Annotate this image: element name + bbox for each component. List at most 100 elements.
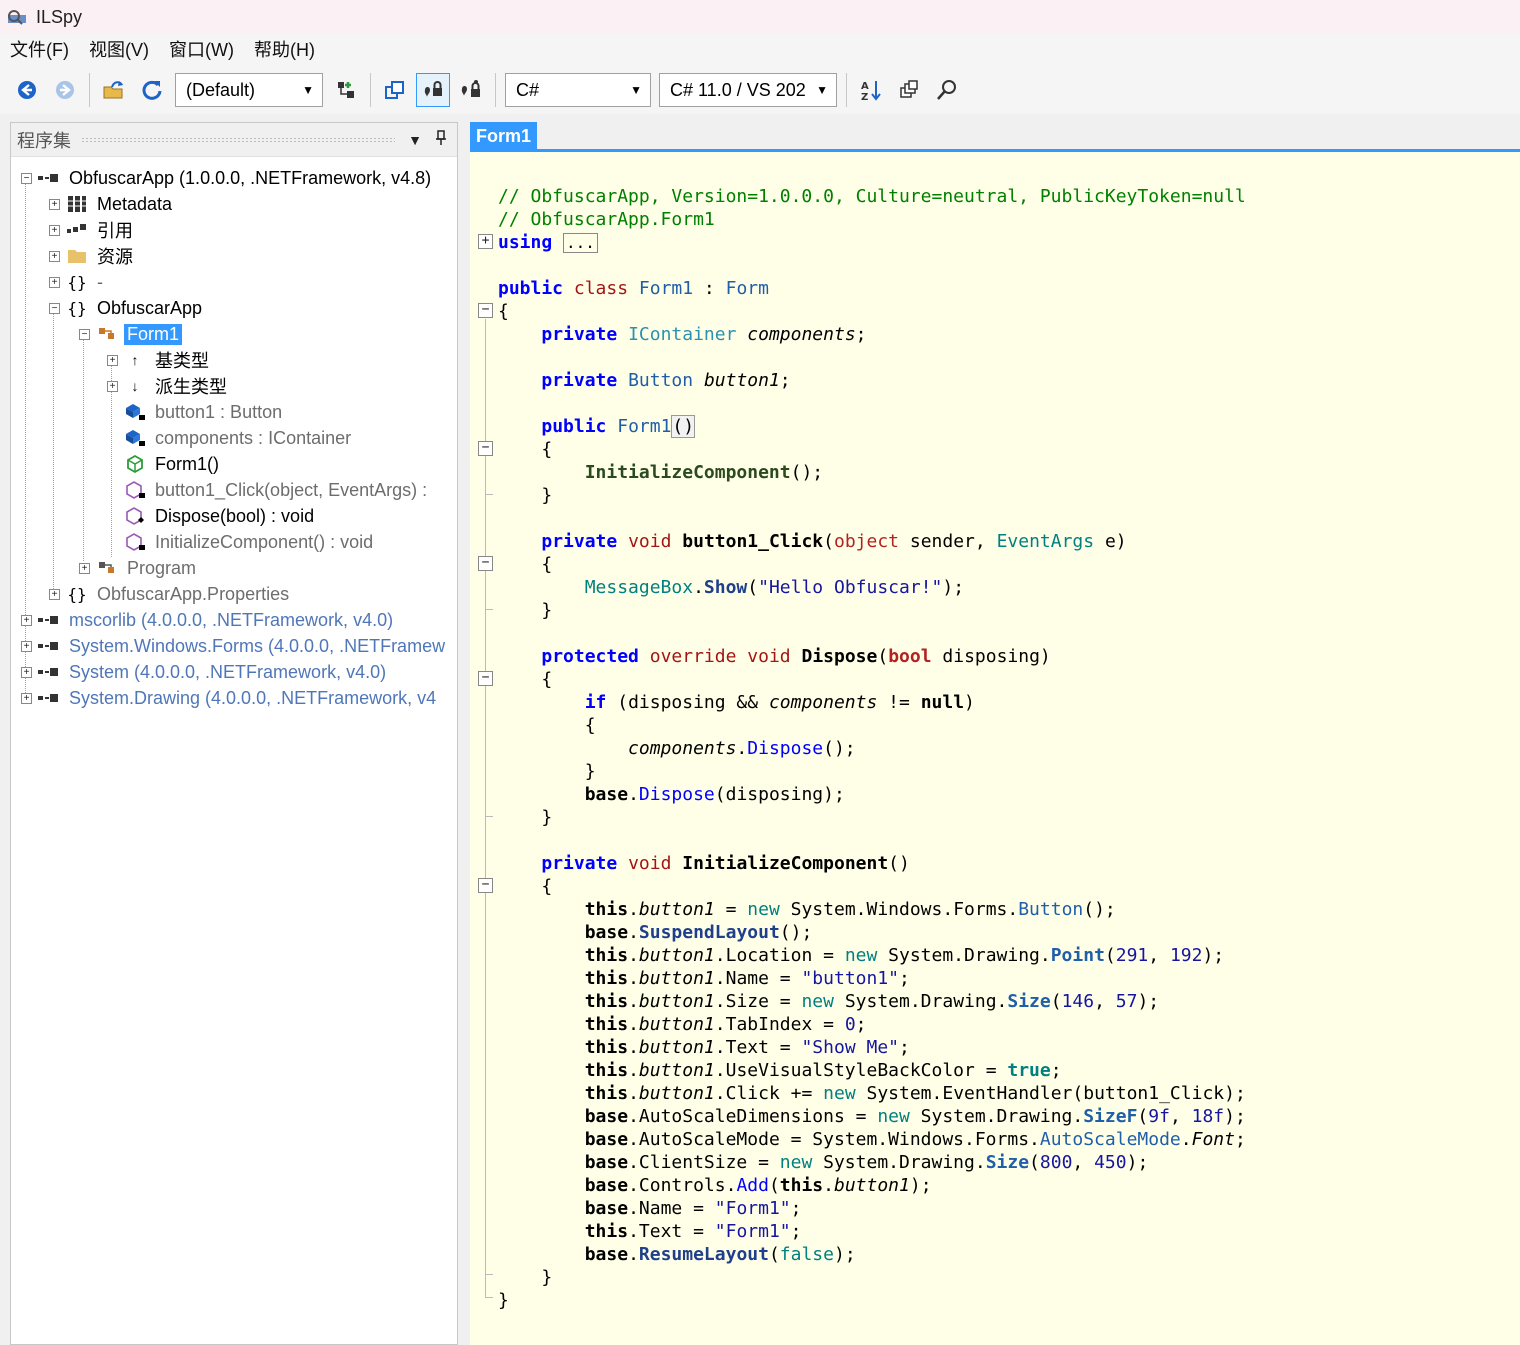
new-tab-button[interactable]: [892, 73, 926, 107]
code-line: private void button1_Click(object sender…: [541, 531, 1127, 552]
reload-button[interactable]: [135, 73, 169, 107]
tree-item-system[interactable]: + System (4.0.0.0, .NETFramework, v4.0): [21, 659, 389, 685]
expand-icon[interactable]: +: [107, 354, 118, 366]
tree-list-icon: [338, 82, 354, 98]
class-icon: [96, 323, 118, 345]
collapse-icon[interactable]: −: [21, 172, 32, 184]
lock-heart-icon: [424, 81, 442, 97]
tree-item-field-components[interactable]: components : IContainer: [107, 425, 354, 451]
collapse-icon[interactable]: −: [49, 302, 60, 314]
code-line: this.button1.Location = new System.Drawi…: [584, 945, 1225, 966]
open-button[interactable]: [97, 73, 131, 107]
code-line: }: [498, 807, 553, 828]
assemblies-panel-header: 程序集 ▼: [11, 123, 457, 157]
manage-lists-button[interactable]: [329, 73, 363, 107]
svg-text:Z: Z: [861, 92, 868, 102]
expand-icon[interactable]: +: [49, 198, 60, 210]
tree-item-metadata[interactable]: + Metadata: [49, 191, 175, 217]
code-line: public class Form1 : Form: [498, 278, 769, 299]
drag-grip[interactable]: [81, 136, 395, 143]
code-line: private void InitializeComponent(): [541, 853, 910, 874]
tree-item-label: 派生类型: [155, 377, 227, 397]
expand-icon[interactable]: +: [49, 250, 60, 262]
pin-icon[interactable]: [431, 130, 451, 149]
show-internal-button[interactable]: [416, 73, 450, 107]
code-line: this.button1.Name = "button1";: [584, 968, 910, 989]
expand-icon[interactable]: +: [49, 588, 60, 600]
tree-item-method-dispose[interactable]: Dispose(bool) : void: [107, 503, 317, 529]
forward-button[interactable]: [48, 73, 82, 107]
tab-form1[interactable]: Form1: [470, 122, 538, 152]
tree-item-method-button1-click[interactable]: button1_Click(object, EventArgs) :: [107, 477, 430, 503]
method-icon: [124, 453, 146, 475]
expand-icon[interactable]: +: [21, 640, 32, 652]
ilspy-logo-icon: [6, 7, 30, 27]
tree-item-base-types[interactable]: + ↑ 基类型: [107, 347, 212, 373]
tree-item-references[interactable]: + 引用: [49, 217, 136, 243]
collapse-icon[interactable]: −: [79, 328, 90, 340]
collapse-region-icon[interactable]: −: [478, 303, 493, 318]
expand-region-icon[interactable]: +: [478, 234, 493, 249]
expand-icon[interactable]: +: [21, 666, 32, 678]
menu-window[interactable]: 窗口(W): [159, 34, 244, 66]
namespace-icon: {}: [67, 272, 87, 292]
search-button[interactable]: [930, 73, 964, 107]
code-line: base.AutoScaleDimensions = new System.Dr…: [584, 1106, 1246, 1127]
profile-select-value: (Default): [186, 79, 256, 100]
tree-item-method-initializecomponent[interactable]: InitializeComponent() : void: [107, 529, 376, 555]
tree-item-form1[interactable]: − Form1: [79, 321, 183, 347]
menu-view[interactable]: 视图(V): [79, 34, 159, 66]
code-editor[interactable]: + − − − − − // ObfuscarApp, Version=1.0.…: [470, 152, 1520, 1342]
sort-az-icon: AZ: [861, 81, 881, 102]
sort-button[interactable]: AZ: [854, 73, 888, 107]
tree-item-mscorlib[interactable]: + mscorlib (4.0.0.0, .NETFramework, v4.0…: [21, 607, 396, 633]
tree-item-field-button1[interactable]: button1 : Button: [107, 399, 285, 425]
tree-item-resources[interactable]: + 资源: [49, 243, 136, 269]
collapse-region-icon[interactable]: −: [478, 671, 493, 686]
tree-item-label-selected: Form1: [124, 323, 183, 345]
tree-item-label: System (4.0.0.0, .NETFramework, v4.0): [69, 661, 387, 682]
tree-item-assembly[interactable]: − ObfuscarApp (1.0.0.0, .NETFramework, v…: [21, 165, 434, 191]
expand-icon[interactable]: +: [107, 380, 118, 392]
expand-icon[interactable]: +: [49, 224, 60, 236]
tree-item-system-drawing[interactable]: + System.Drawing (4.0.0.0, .NETFramework…: [21, 685, 439, 711]
code-line: this.button1.TabIndex = 0;: [584, 1014, 867, 1035]
tree-item-label: 资源: [97, 247, 133, 267]
code-line: protected override void Dispose(bool dis…: [541, 646, 1051, 667]
version-select[interactable]: C# 11.0 / VS 202 ▼: [659, 73, 837, 107]
chevron-down-icon: ▼: [630, 83, 642, 97]
derived-types-icon: ↓: [131, 378, 139, 394]
tree-item-namespace-properties[interactable]: + {} ObfuscarApp.Properties: [49, 581, 292, 607]
menu-file[interactable]: 文件(F): [0, 34, 79, 66]
tree-item-namespace-empty[interactable]: + {} -: [49, 269, 106, 295]
code-line: MessageBox.Show("Hello Obfuscar!");: [584, 577, 965, 598]
tree-item-derived-types[interactable]: + ↓ 派生类型: [107, 373, 230, 399]
expand-icon[interactable]: +: [49, 276, 60, 288]
tree-item-label: InitializeComponent() : void: [155, 531, 374, 552]
code-line: public Form1(): [541, 415, 696, 438]
code-line: }: [498, 1290, 509, 1311]
profile-select[interactable]: (Default) ▼: [175, 73, 323, 107]
back-button[interactable]: [10, 73, 44, 107]
tree-item-program[interactable]: + Program: [79, 555, 199, 581]
expand-icon[interactable]: +: [79, 562, 90, 574]
menu-help[interactable]: 帮助(H): [244, 34, 325, 66]
panel-menu-chevron-icon[interactable]: ▼: [405, 132, 425, 148]
collapse-region-icon[interactable]: −: [478, 441, 493, 456]
tree-item-system-windows-forms[interactable]: + System.Windows.Forms (4.0.0.0, .NETFra…: [21, 633, 448, 659]
tree-item-ctor-form1[interactable]: Form1(): [107, 451, 222, 477]
svg-text:A: A: [861, 81, 869, 92]
collapse-all-button[interactable]: [378, 73, 412, 107]
expand-icon[interactable]: +: [21, 692, 32, 704]
expand-icon[interactable]: +: [21, 614, 32, 626]
show-all-button[interactable]: [454, 73, 488, 107]
language-select[interactable]: C# ▼: [505, 73, 651, 107]
private-field-icon: [124, 401, 146, 423]
collapse-region-icon[interactable]: −: [478, 878, 493, 893]
tree-item-namespace-obfuscarapp[interactable]: − {} ObfuscarApp: [49, 295, 205, 321]
collapse-region-icon[interactable]: −: [478, 556, 493, 571]
code-line: {: [498, 876, 553, 897]
assemblies-panel: 程序集 ▼ − ObfuscarApp (1.0.0.0, .NETFramew…: [10, 122, 458, 1345]
code-line: }: [498, 600, 553, 621]
code-line: this.Text = "Form1";: [584, 1221, 802, 1242]
